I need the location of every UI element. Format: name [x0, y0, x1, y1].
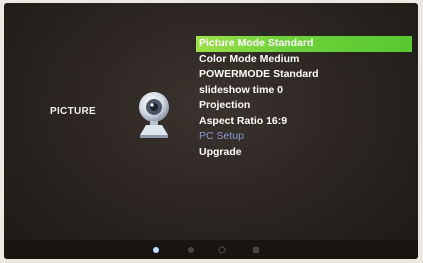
menu-item-pc-setup[interactable]: PC Setup — [196, 129, 412, 145]
bottom-nav-bar — [4, 240, 418, 259]
menu-item-aspect-ratio[interactable]: Aspect Ratio 16:9 — [196, 114, 412, 130]
picture-tab-icon[interactable] — [152, 246, 160, 254]
info-tab-icon[interactable] — [252, 246, 260, 254]
menu-item-slideshow-time[interactable]: slideshow time 0 — [196, 83, 412, 99]
settings-menu: Picture Mode Standard Color Mode Medium … — [196, 36, 412, 160]
menu-item-projection[interactable]: Projection — [196, 98, 412, 114]
menu-item-picture-mode[interactable]: Picture Mode Standard — [196, 36, 412, 52]
webcam-icon — [139, 92, 169, 138]
section-label: PICTURE — [50, 106, 96, 117]
menu-item-color-mode[interactable]: Color Mode Medium — [196, 52, 412, 68]
menu-item-powermode[interactable]: POWERMODE Standard — [196, 67, 412, 83]
setup-tab-icon[interactable] — [218, 246, 226, 254]
tv-screen: PICTURE Picture Mode Standard Color Mode… — [4, 3, 418, 259]
sound-tab-icon[interactable] — [187, 246, 195, 254]
menu-item-upgrade[interactable]: Upgrade — [196, 145, 412, 161]
